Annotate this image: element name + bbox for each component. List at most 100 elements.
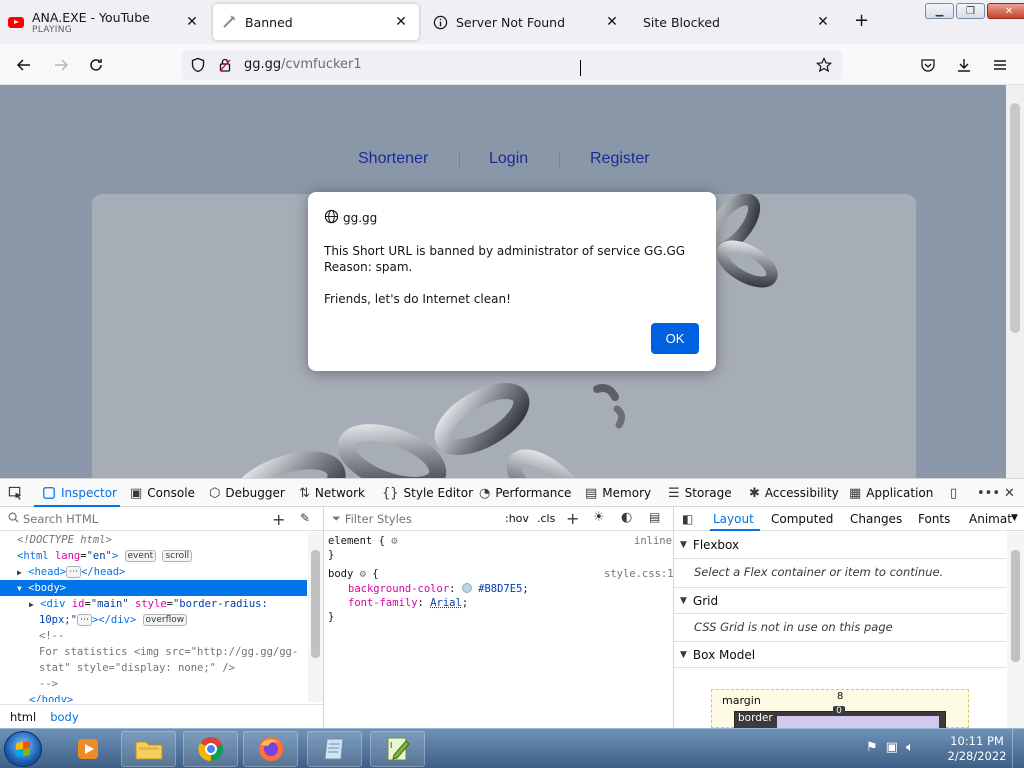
menu-link-shortener[interactable]: Shortener — [358, 150, 428, 168]
notepad-icon[interactable] — [307, 731, 362, 767]
tab-layout[interactable]: Layout — [713, 512, 754, 526]
layout-scrollbar[interactable] — [1007, 532, 1024, 728]
text-editor-icon[interactable]: I — [370, 731, 425, 767]
tree-div-main-node[interactable]: ▶ <div id="main" style="border-radius: — [29, 596, 268, 613]
tree-comment-close[interactable]: --> — [39, 676, 58, 692]
tree-body-close[interactable]: </body> — [29, 692, 73, 702]
markup-scrollbar[interactable] — [308, 532, 323, 702]
forward-icon[interactable] — [50, 54, 72, 76]
print-media-icon[interactable]: ▤ — [649, 510, 660, 524]
pocket-icon[interactable] — [917, 54, 939, 76]
tree-comment-line[interactable]: For statistics <img src="http://gg.gg/gg… — [39, 644, 298, 660]
breadcrumb-html[interactable]: html — [10, 710, 36, 724]
restore-icon[interactable]: ❐ — [956, 3, 985, 19]
body-rule-selector[interactable]: body ⚙ { — [328, 567, 379, 581]
box-model-header[interactable]: ▼ Box Model — [674, 641, 1006, 668]
body-rule-source[interactable]: style.css:1 — [604, 567, 674, 581]
chevron-down-icon[interactable]: ▼ — [1011, 513, 1018, 523]
bookmark-star-icon[interactable] — [816, 57, 832, 76]
markup-tree[interactable]: <!DOCTYPE html> <html lang="en"> event s… — [0, 532, 307, 702]
tab-changes[interactable]: Changes — [850, 512, 902, 526]
tab-performance[interactable]: ◔ Performance — [479, 485, 571, 501]
tree-head-node[interactable]: ▶ <head> ⋯ </head> — [17, 564, 125, 581]
tab-console[interactable]: ▣ Console — [130, 485, 195, 501]
dark-theme-icon[interactable]: ◐ — [621, 510, 632, 525]
console-icon: ▣ — [130, 486, 142, 501]
chrome-icon[interactable] — [183, 731, 238, 767]
action-center-icon[interactable]: ⚑ — [866, 740, 878, 755]
element-picker-icon[interactable] — [8, 485, 23, 501]
filter-styles-input[interactable] — [345, 512, 495, 526]
tree-doctype[interactable]: <!DOCTYPE html> — [17, 532, 112, 548]
url-bar[interactable]: gg.gg/cvmfucker1 — [182, 50, 842, 80]
decl-font-family[interactable]: font-family: Arial; — [348, 596, 468, 610]
lock-icon[interactable] — [217, 57, 233, 76]
toggle-sidebar-icon[interactable]: ◧ — [682, 512, 693, 526]
network-icon[interactable]: ▣ — [886, 740, 898, 755]
close-tab-icon[interactable]: ✕ — [184, 14, 200, 30]
grid-header[interactable]: ▼ Grid — [674, 587, 1006, 614]
breadcrumb-body[interactable]: body — [50, 710, 78, 724]
dock-side-icon[interactable]: ▯ — [950, 485, 957, 501]
rule-close-brace: } — [328, 610, 334, 624]
tab-fonts[interactable]: Fonts — [918, 512, 950, 526]
minimize-icon[interactable]: ▁ — [925, 3, 954, 19]
tree-html-node[interactable]: <html lang="en"> event scroll — [17, 548, 192, 564]
svg-text:I: I — [390, 741, 392, 750]
more-options-icon[interactable]: ••• — [977, 485, 1000, 501]
tab-style-editor[interactable]: {} Style Editor — [382, 485, 473, 501]
volume-icon[interactable]: 🔈︎ — [906, 740, 914, 755]
tab-storage[interactable]: ☰ Storage — [668, 485, 732, 501]
hov-button[interactable]: :hov — [505, 512, 529, 525]
tree-div-main-cont[interactable]: 10px;" ⋯ ></div> overflow — [39, 612, 187, 628]
firefox-icon[interactable] — [243, 731, 298, 767]
flexbox-header[interactable]: ▼ Flexbox — [674, 532, 1006, 559]
margin-top-value[interactable]: 8 — [837, 691, 843, 702]
tab-inspector[interactable]: Inspector — [42, 485, 117, 501]
light-theme-icon[interactable]: ☀ — [593, 510, 605, 525]
tab-accessibility[interactable]: ✱ Accessibility — [749, 485, 839, 501]
url-text[interactable]: gg.gg/cvmfucker1 — [244, 57, 362, 72]
close-window-icon[interactable]: ✕ — [987, 3, 1024, 19]
tab-label: Accessibility — [765, 486, 839, 500]
cls-button[interactable]: .cls — [537, 512, 555, 525]
reload-icon[interactable] — [85, 54, 107, 76]
tab-animations[interactable]: Animat — [969, 512, 1012, 526]
clock[interactable]: 10:11 PM 2/28/2022 — [947, 734, 1007, 764]
tab-site-blocked[interactable]: Site Blocked ✕ — [635, 4, 841, 40]
hamburger-menu-icon[interactable] — [989, 54, 1011, 76]
back-icon[interactable] — [13, 54, 35, 76]
add-node-icon[interactable]: + — [272, 510, 285, 529]
tab-banned[interactable]: Banned ✕ — [213, 4, 419, 40]
tree-body-node[interactable]: ▼ <body> — [17, 580, 66, 597]
tree-comment-open[interactable]: <!-- — [39, 628, 64, 644]
media-player-icon[interactable] — [60, 731, 115, 767]
add-rule-icon[interactable]: + — [566, 509, 579, 528]
search-html-input[interactable] — [23, 512, 253, 526]
close-tab-icon[interactable]: ✕ — [815, 14, 831, 30]
shield-icon[interactable] — [190, 57, 206, 76]
close-devtools-icon[interactable]: ✕ — [1004, 485, 1015, 501]
element-rule-selector[interactable]: element { ⚙ — [328, 534, 398, 548]
close-tab-icon[interactable]: ✕ — [604, 14, 620, 30]
tab-application[interactable]: ▦ Application — [849, 485, 933, 501]
tree-comment-line[interactable]: stat" style="display: none;" /> — [39, 660, 235, 676]
downloads-icon[interactable] — [953, 54, 975, 76]
show-desktop-button[interactable] — [1012, 729, 1024, 768]
tab-debugger[interactable]: ⬡ Debugger — [209, 485, 285, 501]
tab-server-not-found[interactable]: Server Not Found ✕ — [424, 4, 630, 40]
close-tab-icon[interactable]: ✕ — [393, 14, 409, 30]
tab-youtube[interactable]: ANA.EXE - YouTube PLAYING ✕ — [0, 4, 210, 40]
tab-computed[interactable]: Computed — [771, 512, 833, 526]
menu-link-login[interactable]: Login — [489, 150, 528, 168]
new-tab-button[interactable]: + — [854, 12, 869, 30]
page-scrollbar[interactable] — [1006, 85, 1024, 478]
start-button[interactable] — [4, 731, 42, 767]
tab-memory[interactable]: ▤ Memory — [585, 485, 651, 501]
menu-link-register[interactable]: Register — [590, 150, 650, 168]
tab-network[interactable]: ⇅ Network — [299, 485, 365, 501]
ok-button[interactable]: OK — [651, 323, 699, 354]
decl-background-color[interactable]: background-color: #B8D7E5; — [348, 582, 529, 596]
eyedropper-icon[interactable]: ✎ — [300, 511, 310, 525]
file-explorer-icon[interactable] — [121, 731, 176, 767]
